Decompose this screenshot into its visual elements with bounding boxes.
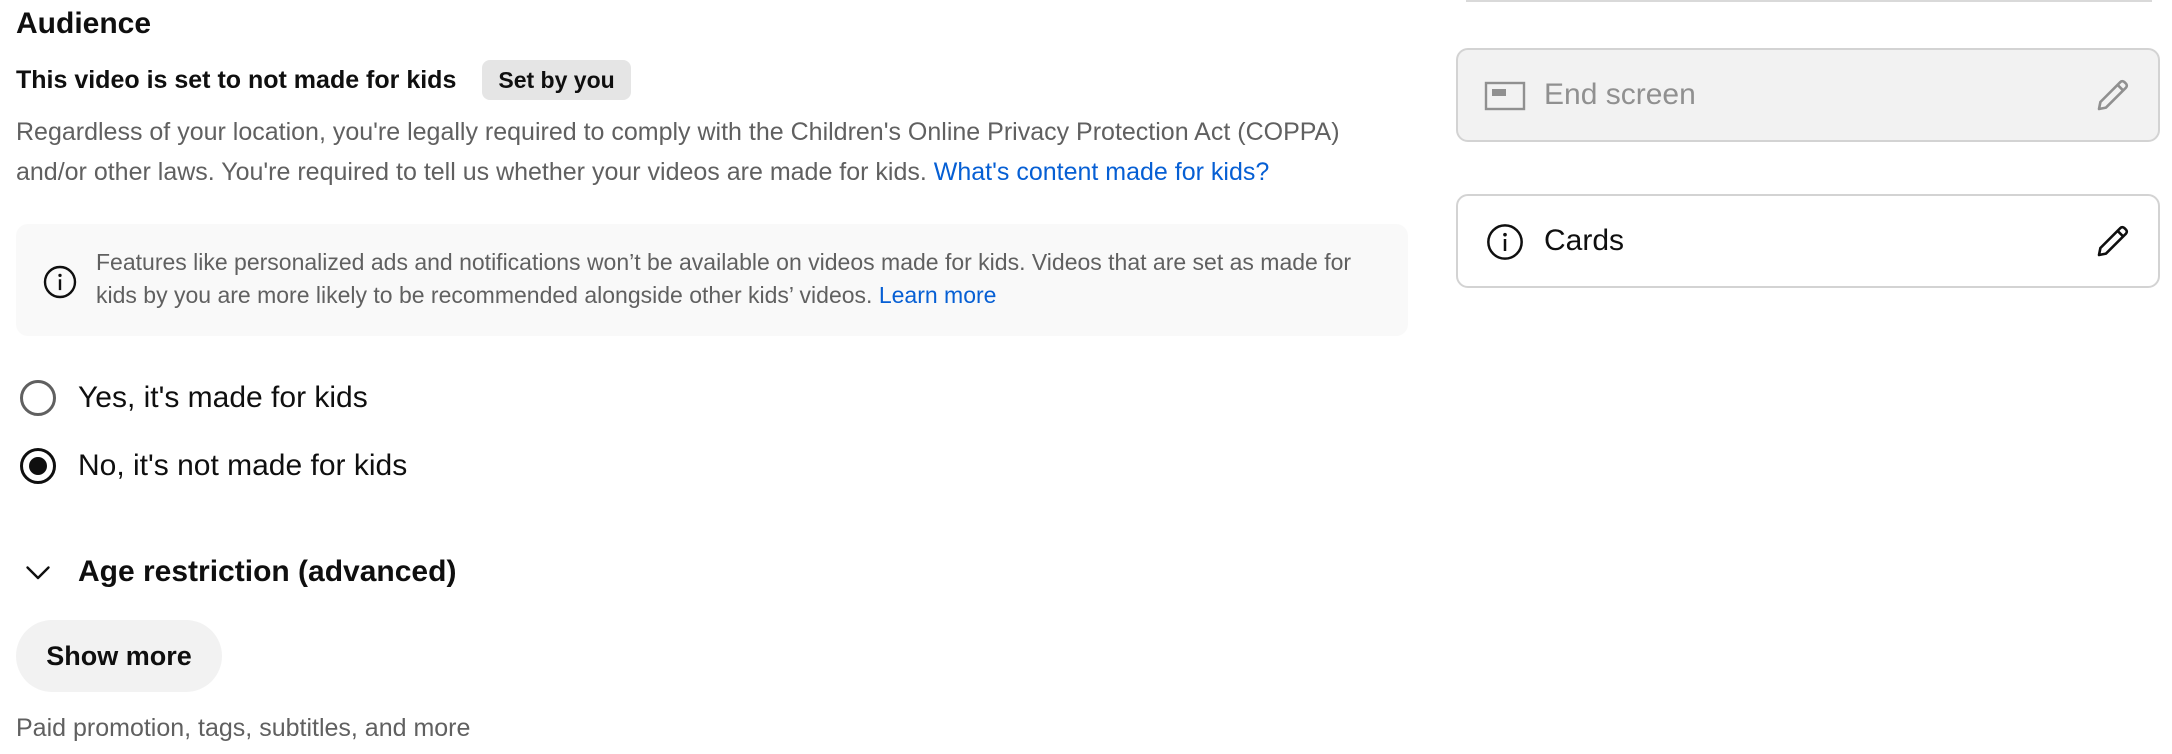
age-restriction-label: Age restriction (advanced) [78, 555, 457, 588]
info-box-text: Features like personalized ads and notif… [96, 246, 1386, 312]
radio-made-for-kids-yes[interactable]: Yes, it's made for kids [20, 376, 368, 420]
show-more-caption: Paid promotion, tags, subtitles, and mor… [16, 714, 471, 742]
info-box-body: Features like personalized ads and notif… [96, 249, 1352, 308]
end-screen-label: End screen [1544, 78, 1696, 111]
made-for-kids-info-box: Features like personalized ads and notif… [16, 224, 1408, 336]
radio-label-no: No, it's not made for kids [78, 449, 408, 482]
audience-status-text: This video is set to not made for kids [16, 65, 457, 94]
end-screen-card[interactable]: End screen [1456, 48, 2160, 142]
radio-button-checked[interactable] [20, 448, 56, 484]
radio-made-for-kids-no[interactable]: No, it's not made for kids [20, 444, 407, 488]
radio-label-yes: Yes, it's made for kids [78, 381, 368, 414]
show-more-button[interactable]: Show more [16, 620, 222, 692]
radio-button-unchecked[interactable] [20, 380, 56, 416]
audience-heading: Audience [16, 7, 152, 40]
pencil-icon[interactable] [2092, 74, 2134, 116]
chevron-down-icon [26, 566, 50, 580]
radio-selected-dot [29, 457, 47, 475]
made-for-kids-help-link[interactable]: What's content made for kids? [934, 158, 1270, 186]
coppa-description: Regardless of your location, you're lega… [16, 112, 1412, 192]
right-panel-divider [1466, 0, 2152, 2]
end-screen-icon [1484, 81, 1526, 111]
pencil-icon[interactable] [2092, 220, 2134, 262]
set-by-badge: Set by you [482, 60, 631, 100]
info-icon [43, 265, 77, 299]
info-icon [1487, 224, 1523, 260]
cards-label: Cards [1544, 224, 1625, 257]
learn-more-link[interactable]: Learn more [879, 282, 997, 308]
cards-card[interactable]: Cards [1456, 194, 2160, 288]
age-restriction-toggle[interactable]: Age restriction (advanced) [20, 550, 456, 594]
audience-status-row: This video is set to not made for kids S… [16, 60, 631, 100]
